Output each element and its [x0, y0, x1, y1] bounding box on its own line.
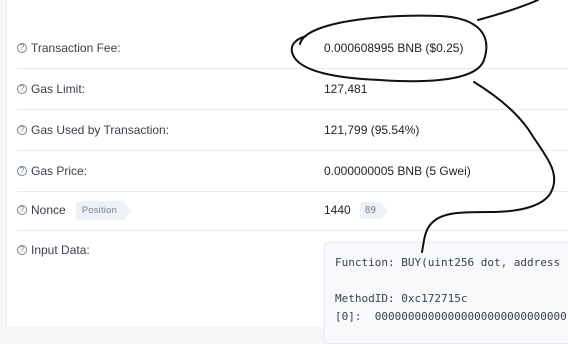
input-data-label: ? Input Data:: [17, 230, 90, 270]
label-text: Gas Used by Transaction:: [31, 123, 170, 137]
label-text: Gas Price:: [31, 164, 88, 178]
gas-limit-value: 127,481: [324, 82, 368, 96]
help-icon[interactable]: ?: [17, 205, 27, 215]
row-nonce: ? Nonce Position 1440 89: [17, 190, 568, 231]
input-methodid-line: MethodID: 0xc172715c: [335, 292, 468, 305]
row-gas-price: ? Gas Price: 0.000000005 BNB (5 Gwei): [17, 151, 568, 192]
input-param-line: [0]: 00000000000000000000000000000: [335, 310, 567, 323]
row-gas-limit: ? Gas Limit: 127,481: [17, 69, 568, 110]
label-text: Nonce: [31, 203, 66, 217]
row-transaction-fee: ? Transaction Fee: 0.000608995 BNB ($0.2…: [17, 28, 568, 69]
label-text: Input Data:: [31, 243, 90, 257]
help-icon[interactable]: ?: [17, 125, 27, 135]
transaction-fee-label: ? Transaction Fee:: [17, 28, 121, 68]
label-text: Transaction Fee:: [31, 41, 121, 55]
nonce-number: 1440: [324, 203, 351, 217]
position-tag: Position: [75, 200, 132, 221]
help-icon[interactable]: ?: [17, 245, 27, 255]
gas-used-value: 121,799 (95.54%): [324, 123, 420, 137]
label-text: Gas Limit:: [31, 82, 86, 96]
gas-used-label: ? Gas Used by Transaction:: [17, 110, 169, 150]
help-icon[interactable]: ?: [17, 166, 27, 176]
transaction-fee-value: 0.000608995 BNB ($0.25): [324, 41, 464, 55]
transaction-details-card: ? Transaction Fee: 0.000608995 BNB ($0.2…: [6, 0, 568, 344]
help-icon[interactable]: ?: [17, 43, 27, 53]
nonce-value: 1440 89: [324, 190, 389, 230]
input-data-box[interactable]: Function: BUY(uint256 dot, address Metho…: [324, 242, 568, 344]
input-function-line: Function: BUY(uint256 dot, address: [335, 256, 561, 269]
gas-price-label: ? Gas Price:: [17, 151, 87, 191]
gas-limit-label: ? Gas Limit:: [17, 69, 85, 109]
gas-price-value: 0.000000005 BNB (5 Gwei): [324, 164, 471, 178]
help-icon[interactable]: ?: [17, 84, 27, 94]
nonce-label: ? Nonce Position: [17, 190, 132, 230]
position-badge: 89: [359, 201, 389, 220]
row-gas-used: ? Gas Used by Transaction: 121,799 (95.5…: [17, 110, 568, 151]
